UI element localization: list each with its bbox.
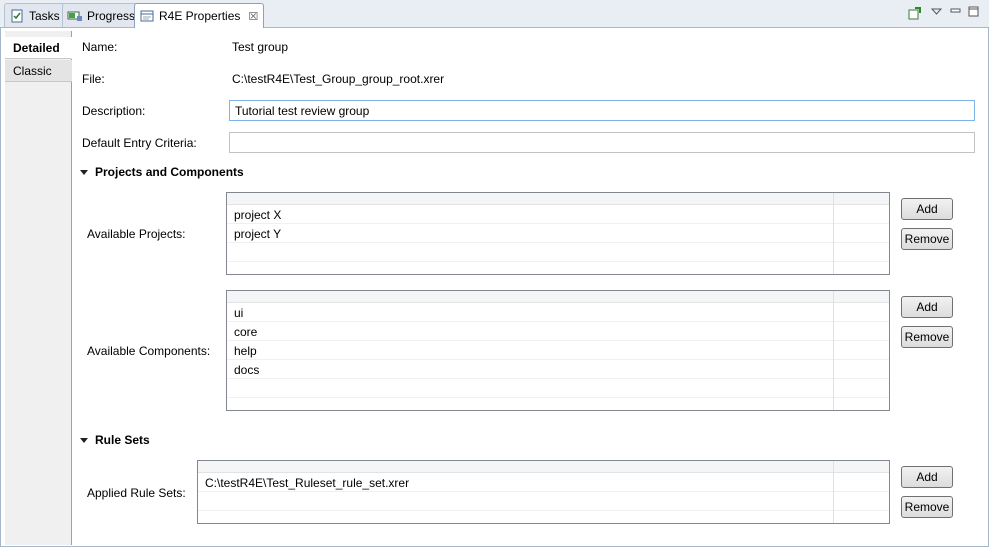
table-row[interactable]: help <box>227 341 889 360</box>
available-projects-label: Available Projects: <box>87 227 186 241</box>
name-value: Test group <box>232 40 289 54</box>
list-item: ui <box>234 306 244 320</box>
name-label: Name: <box>82 40 118 54</box>
table-row[interactable]: ui <box>227 303 889 322</box>
list-item: project Y <box>234 227 282 241</box>
tab-tasks[interactable]: Tasks <box>4 3 66 27</box>
table-row[interactable]: project X <box>227 205 889 224</box>
list-item: help <box>234 344 257 358</box>
table-row[interactable]: core <box>227 322 889 341</box>
available-components-table[interactable]: ui core help docs <box>226 290 890 411</box>
table-row[interactable]: project Y <box>227 224 889 243</box>
file-value: C:\testR4E\Test_Group_group_root.xrer <box>232 72 445 86</box>
tab-progress[interactable]: Progress <box>62 3 142 27</box>
applied-rule-sets-label: Applied Rule Sets: <box>87 486 186 500</box>
expand-triangle-icon <box>80 437 88 443</box>
remove-project-button[interactable]: Remove <box>901 228 953 250</box>
table-row[interactable]: docs <box>227 360 889 379</box>
remove-component-button[interactable]: Remove <box>901 326 953 348</box>
rule-sets-title: Rule Sets <box>95 433 150 447</box>
description-label: Description: <box>82 104 146 118</box>
add-project-button[interactable]: Add <box>901 198 953 220</box>
tab-r4e-properties[interactable]: R4E Properties ☒ <box>134 3 265 28</box>
table-header <box>198 461 889 473</box>
list-item: core <box>234 325 258 339</box>
column-divider <box>833 461 834 523</box>
table-row[interactable] <box>227 243 889 262</box>
tasks-icon <box>9 8 25 24</box>
entry-criteria-field[interactable] <box>229 132 975 153</box>
maximize-icon[interactable] <box>968 6 979 17</box>
column-divider <box>833 193 834 274</box>
table-row[interactable]: C:\testR4E\Test_Ruleset_rule_set.xrer <box>198 473 889 492</box>
expand-triangle-icon <box>80 169 88 175</box>
description-field[interactable]: Tutorial test review group <box>229 100 975 121</box>
view-tab-bar: Tasks Progress R4E Properties ☒ <box>0 0 989 28</box>
tab-detailed-label: Detailed <box>13 41 60 55</box>
table-row[interactable] <box>198 492 889 511</box>
available-projects-table[interactable]: project X project Y <box>226 192 890 275</box>
table-row[interactable] <box>227 379 889 398</box>
tab-r4e-properties-label: R4E Properties <box>159 9 241 23</box>
projects-components-title: Projects and Components <box>95 165 244 179</box>
sidebar: Detailed Classic <box>5 31 72 545</box>
table-header <box>227 291 889 303</box>
projects-components-section-header[interactable]: Projects and Components <box>80 165 244 179</box>
tab-tasks-label: Tasks <box>29 8 60 23</box>
entry-criteria-label: Default Entry Criteria: <box>82 136 197 150</box>
list-item: C:\testR4E\Test_Ruleset_rule_set.xrer <box>205 476 410 490</box>
progress-icon <box>67 8 83 24</box>
list-item: project X <box>234 208 282 222</box>
column-divider <box>833 291 834 410</box>
rule-sets-section-header[interactable]: Rule Sets <box>80 433 150 447</box>
close-icon[interactable]: ☒ <box>248 10 258 23</box>
tab-progress-label: Progress <box>87 8 136 23</box>
properties-icon <box>139 8 155 24</box>
tab-classic[interactable]: Classic <box>5 60 72 82</box>
add-rule-set-button[interactable]: Add <box>901 466 953 488</box>
available-components-label: Available Components: <box>87 344 211 358</box>
table-header <box>227 193 889 205</box>
tab-classic-label: Classic <box>13 64 52 78</box>
list-item: docs <box>234 363 260 377</box>
pin-icon[interactable] <box>908 6 921 20</box>
tab-detailed[interactable]: Detailed <box>5 37 72 59</box>
applied-rule-sets-table[interactable]: C:\testR4E\Test_Ruleset_rule_set.xrer <box>197 460 890 524</box>
minimize-icon[interactable] <box>950 6 961 17</box>
view-menu-icon[interactable] <box>930 6 943 17</box>
file-label: File: <box>82 72 105 86</box>
add-component-button[interactable]: Add <box>901 296 953 318</box>
remove-rule-set-button[interactable]: Remove <box>901 496 953 518</box>
